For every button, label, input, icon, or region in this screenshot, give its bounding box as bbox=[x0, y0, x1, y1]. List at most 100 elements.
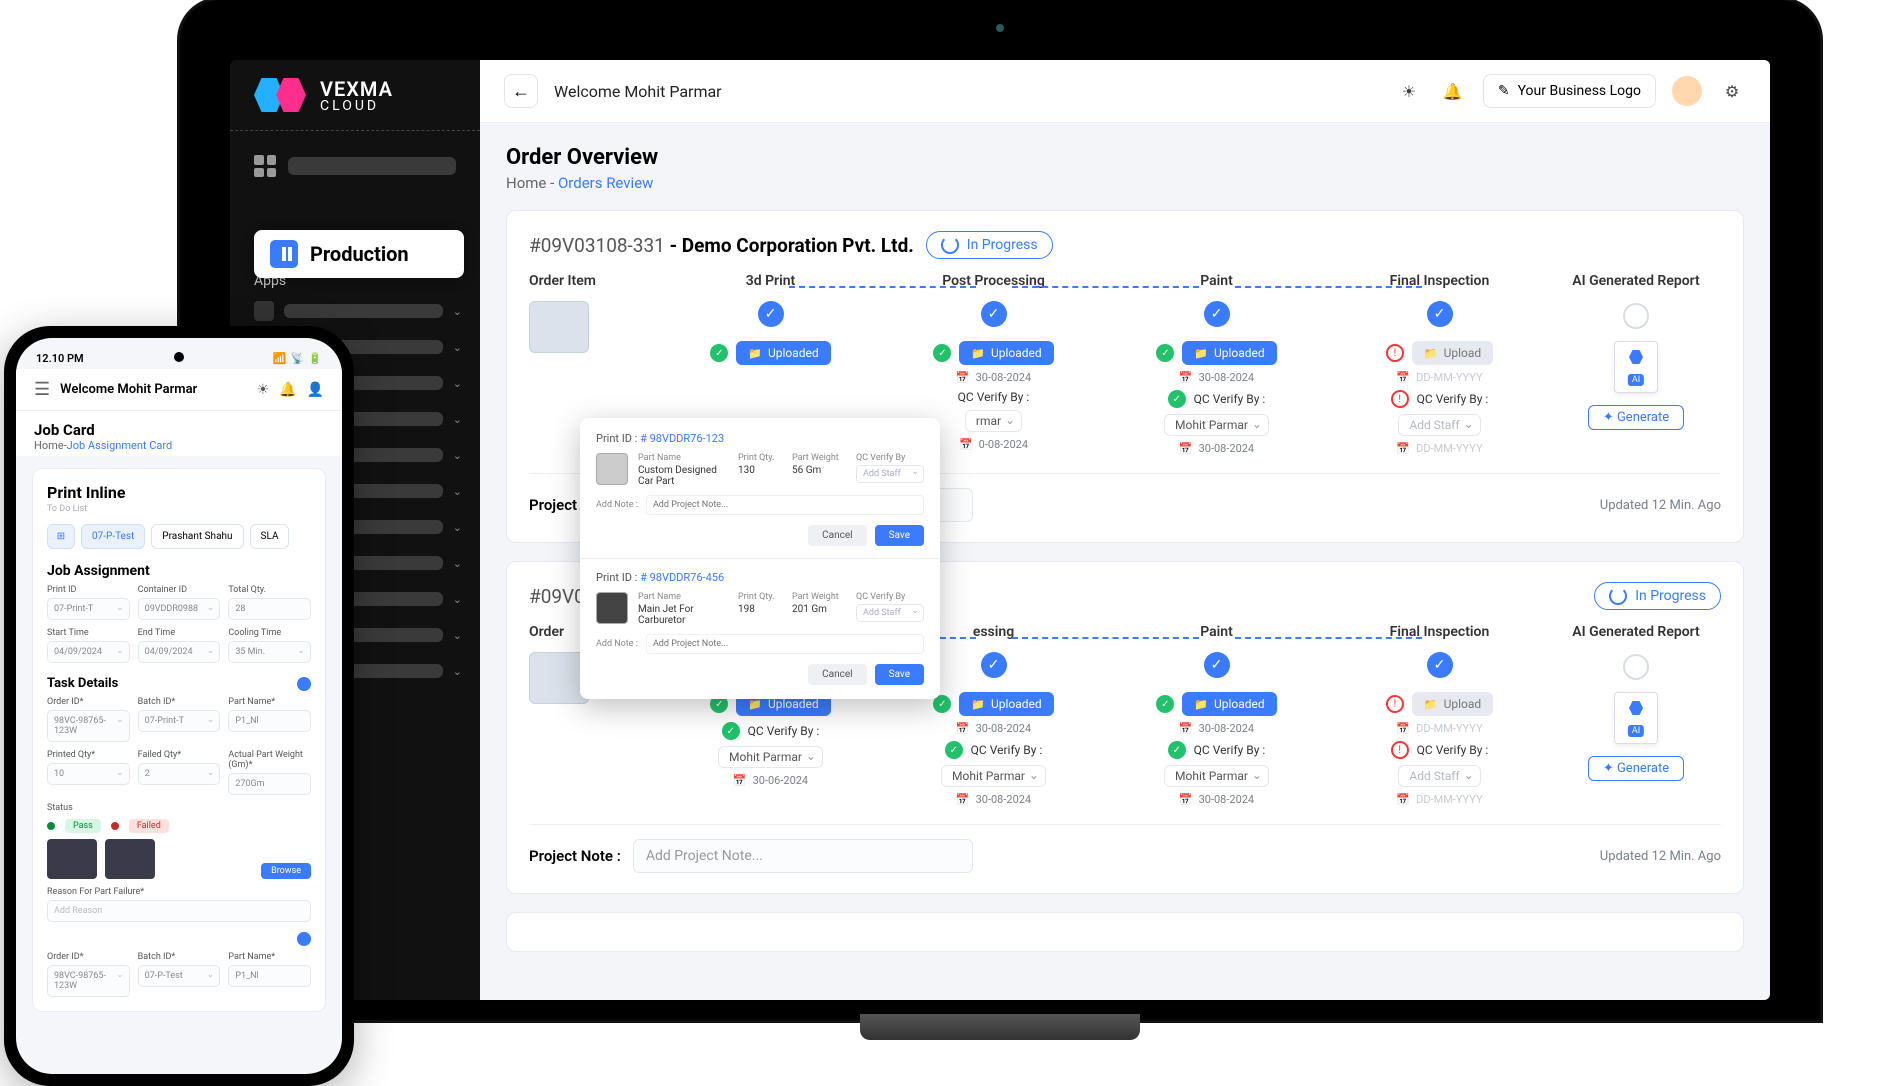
save-button[interactable]: Save bbox=[875, 525, 924, 546]
qc-staff-select[interactable]: Add Staff bbox=[856, 604, 924, 622]
uploaded-image[interactable] bbox=[105, 839, 155, 879]
order-id-select[interactable]: 98VC-98765-123W bbox=[47, 710, 130, 742]
cooling-time-input[interactable]: 35 Min. bbox=[228, 641, 311, 663]
step-done-icon bbox=[1427, 652, 1453, 678]
signal-icon: 📶 bbox=[273, 352, 287, 365]
qc-verify-select[interactable]: Mohit Parmar bbox=[1164, 765, 1269, 787]
qc-staff-select[interactable]: Add Staff bbox=[856, 465, 924, 483]
col-ai-report: AI Generated Report bbox=[1551, 273, 1721, 289]
end-time-input[interactable]: 04/09/2024 bbox=[138, 641, 221, 663]
menu-icon[interactable]: ☰ bbox=[34, 379, 50, 400]
check-icon: ✓ bbox=[933, 344, 951, 362]
fail-pill[interactable]: Failed bbox=[129, 819, 169, 833]
col-ai-report: AI Generated Report bbox=[1551, 624, 1721, 640]
pass-pill[interactable]: Pass bbox=[65, 819, 101, 833]
batch-id-select[interactable]: 07-P-Test bbox=[138, 965, 221, 987]
business-logo-button[interactable]: ✎ Your Business Logo bbox=[1483, 74, 1656, 108]
qc-verify-select[interactable]: Add Staff bbox=[1398, 765, 1480, 787]
order-id-select[interactable]: 98VC-98765-123W bbox=[47, 965, 130, 997]
brand-logo: VEXMA CLOUD bbox=[230, 78, 480, 131]
col-final-inspection: Final Inspection bbox=[1328, 624, 1551, 640]
date-text: 30-08-2024 bbox=[956, 371, 1031, 384]
qc-verify-select[interactable]: Mohit Parmar bbox=[941, 765, 1046, 787]
uploaded-pill[interactable]: Uploaded bbox=[959, 341, 1053, 365]
part-thumb-icon bbox=[596, 592, 628, 624]
brand-line2: CLOUD bbox=[320, 99, 393, 113]
col-final-inspection: Final Inspection bbox=[1328, 273, 1551, 289]
print-id-select[interactable]: 07-Print-T bbox=[47, 598, 130, 620]
laptop-mock: VEXMA CLOUD Production Apps ⌄ ⌄ ⌄ bbox=[180, 0, 1820, 1040]
uploaded-pill[interactable]: Uploaded bbox=[1182, 341, 1276, 365]
order-card-partial bbox=[506, 912, 1744, 952]
status-badge: In Progress bbox=[926, 231, 1053, 259]
qc-verify-select[interactable]: rmar bbox=[965, 410, 1022, 432]
wifi-icon: 📡 bbox=[291, 352, 305, 365]
cancel-button[interactable]: Cancel bbox=[808, 664, 866, 685]
qc-verify-select[interactable]: Add Staff bbox=[1398, 414, 1480, 436]
qc-verify-select[interactable]: Mohit Parmar bbox=[1164, 414, 1269, 436]
total-qty-input[interactable]: 28 bbox=[228, 598, 311, 620]
date-text: 30-08-2024 bbox=[1179, 442, 1254, 455]
uploaded-image[interactable] bbox=[47, 839, 97, 879]
note-input[interactable] bbox=[646, 634, 924, 654]
step-done-icon bbox=[1204, 301, 1230, 327]
uploaded-pill[interactable]: Uploaded bbox=[959, 692, 1053, 716]
gear-icon[interactable]: ⚙ bbox=[1718, 77, 1746, 105]
part-weight-input[interactable]: 270Gm bbox=[228, 773, 311, 795]
order-id: #09V03108-331 - Demo Corporation Pvt. Lt… bbox=[529, 234, 914, 257]
back-button[interactable]: ← bbox=[504, 74, 538, 108]
printed-qty-input[interactable]: 10 bbox=[47, 763, 130, 785]
generate-button[interactable]: ✦ Generate bbox=[1588, 756, 1684, 781]
note-input[interactable] bbox=[646, 495, 924, 515]
generate-button[interactable]: ✦ Generate bbox=[1588, 405, 1684, 430]
qc-verify-label: QC Verify By : bbox=[1194, 392, 1266, 406]
user-icon[interactable]: 👤 bbox=[307, 382, 324, 398]
ai-step-circle bbox=[1623, 303, 1649, 329]
phone-topbar: ☰ Welcome Mohit Parmar ☀ 🔔 👤 bbox=[16, 369, 342, 411]
project-note-input[interactable]: Add Project Note... bbox=[633, 839, 973, 873]
qc-verify-select[interactable]: Mohit Parmar bbox=[718, 746, 823, 768]
jac-link[interactable]: Job Assignment Card bbox=[67, 439, 173, 452]
part-name-input[interactable]: P1_Nl bbox=[228, 965, 311, 987]
theme-toggle-icon[interactable]: ☀ bbox=[257, 382, 270, 398]
crumb-link[interactable]: Orders Review bbox=[558, 174, 653, 192]
browse-button[interactable]: Browse bbox=[261, 863, 311, 879]
nav-dashboard[interactable] bbox=[230, 145, 480, 187]
bell-icon[interactable]: 🔔 bbox=[279, 382, 296, 398]
print-id-link[interactable]: # 98VDDR76-123 bbox=[640, 432, 724, 445]
batch-id-select[interactable]: 07-Print-T bbox=[138, 710, 221, 732]
camera-dot bbox=[996, 24, 1004, 32]
step-indicator-icon bbox=[297, 677, 311, 691]
print-id-link[interactable]: # 98VDDR76-456 bbox=[640, 571, 724, 584]
logo-mark bbox=[254, 78, 310, 114]
status-badge: In Progress bbox=[1594, 582, 1721, 610]
filter-chip[interactable]: SLA bbox=[250, 524, 290, 549]
app-item[interactable]: ⌄ bbox=[254, 293, 462, 329]
failed-qty-input[interactable]: 2 bbox=[138, 763, 221, 785]
job-card-title: Job Card bbox=[34, 421, 324, 439]
production-label: Production bbox=[310, 242, 409, 266]
reason-input[interactable]: Add Reason bbox=[47, 900, 311, 922]
start-time-input[interactable]: 04/09/2024 bbox=[47, 641, 130, 663]
part-name-input[interactable]: P1_Nl bbox=[228, 710, 311, 732]
filter-chip[interactable]: Prashant Shahu bbox=[151, 524, 243, 549]
upload-pill[interactable]: Upload bbox=[1412, 692, 1493, 716]
bell-icon[interactable]: 🔔 bbox=[1439, 77, 1467, 105]
save-button[interactable]: Save bbox=[875, 664, 924, 685]
step-indicator-icon bbox=[297, 932, 311, 946]
nav-production[interactable]: Production bbox=[254, 230, 464, 278]
cancel-button[interactable]: Cancel bbox=[808, 525, 866, 546]
date-text: 30-08-2024 bbox=[1179, 371, 1254, 384]
filter-chip[interactable]: 07-P-Test bbox=[81, 524, 145, 549]
project-note-label: Project Note : bbox=[529, 847, 621, 865]
uploaded-pill[interactable]: Uploaded bbox=[1182, 692, 1276, 716]
theme-toggle-icon[interactable]: ☀ bbox=[1395, 77, 1423, 105]
upload-pill[interactable]: Upload bbox=[1412, 341, 1493, 365]
check-icon: ✓ bbox=[1156, 344, 1174, 362]
phone-card: Print Inline To Do List ⊞ 07-P-Test Pras… bbox=[32, 468, 326, 1012]
user-avatar[interactable] bbox=[1672, 76, 1702, 106]
filter-chip-icon[interactable]: ⊞ bbox=[47, 524, 75, 549]
container-id-select[interactable]: 09VDDR0988 bbox=[138, 598, 221, 620]
part-thumbnail[interactable] bbox=[529, 301, 589, 353]
uploaded-pill[interactable]: Uploaded bbox=[736, 341, 830, 365]
